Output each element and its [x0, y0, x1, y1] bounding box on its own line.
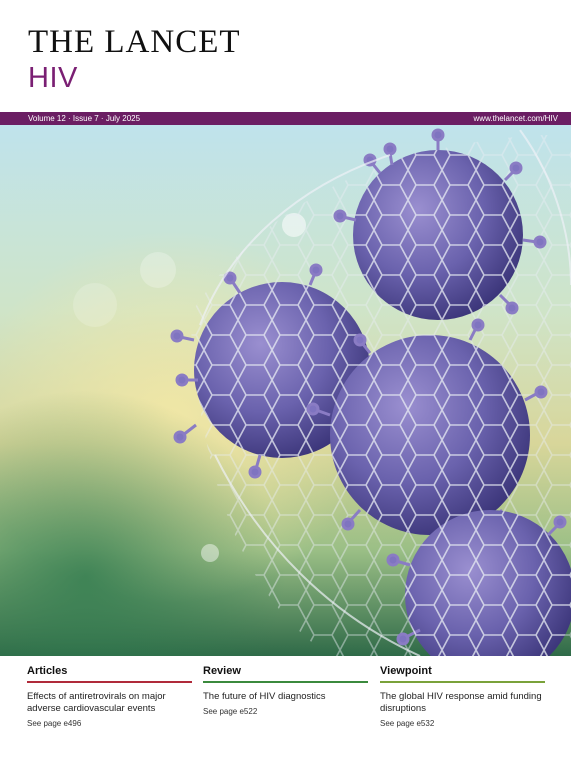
- page-reference: See page e522: [203, 707, 258, 716]
- section-title[interactable]: The global HIV response amid funding dis…: [380, 691, 545, 715]
- cover-illustration: [0, 125, 571, 656]
- section-rule: [27, 681, 192, 683]
- issue-info: Volume 12 · Issue 7 · July 2025: [28, 114, 141, 123]
- masthead: THE LANCET HIV: [0, 0, 571, 112]
- section-rule: [380, 681, 545, 683]
- section-viewpoint[interactable]: Viewpoint The global HIV response amid f…: [380, 664, 545, 728]
- virus-illustration: [0, 125, 571, 656]
- section-heading: Viewpoint: [380, 665, 432, 677]
- section-title[interactable]: Effects of antiretrovirals on major adve…: [27, 691, 192, 715]
- section-heading: Articles: [27, 665, 68, 677]
- section-articles[interactable]: Articles Effects of antiretrovirals on m…: [27, 664, 192, 728]
- page-reference: See page e496: [27, 719, 82, 728]
- section-title[interactable]: The future of HIV diagnostics: [203, 691, 368, 703]
- page-reference: See page e532: [380, 719, 435, 728]
- journal-url[interactable]: www.thelancet.com/HIV: [474, 112, 558, 125]
- issue-band: Volume 12 · Issue 7 · July 2025 www.thel…: [0, 112, 571, 125]
- journal-brand: THE LANCET: [28, 24, 241, 60]
- section-rule: [203, 681, 368, 683]
- cover-footer: Articles Effects of antiretrovirals on m…: [0, 656, 571, 768]
- section-heading: Review: [203, 665, 241, 677]
- journal-name: HIV: [28, 62, 78, 94]
- section-review[interactable]: Review The future of HIV diagnostics See…: [203, 664, 368, 716]
